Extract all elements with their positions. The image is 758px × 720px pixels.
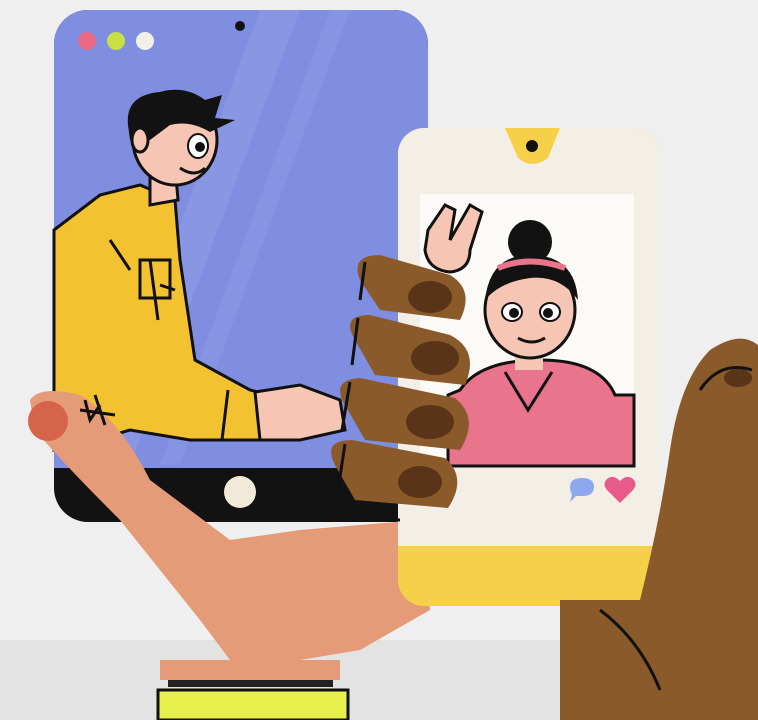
- illustration-stage: [0, 0, 758, 720]
- home-button: [224, 476, 256, 508]
- window-dot-red: [78, 32, 96, 50]
- front-camera: [526, 140, 538, 152]
- video-call-illustration: [0, 0, 758, 720]
- hair-bun: [508, 220, 552, 264]
- man-ear: [130, 126, 150, 154]
- sleeve-cuff: [156, 688, 350, 720]
- window-dot-green: [107, 32, 125, 50]
- thumbnail: [28, 401, 68, 441]
- dark-thumbnail: [724, 369, 752, 387]
- window-dot-white: [136, 32, 154, 50]
- camera-icon: [235, 21, 245, 31]
